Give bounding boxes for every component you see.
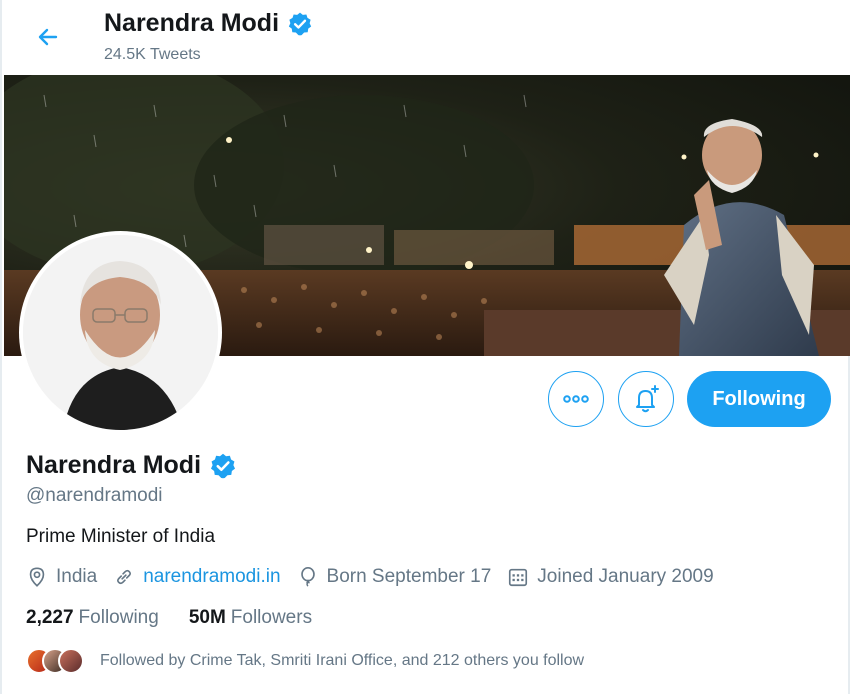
location-text: India <box>56 566 98 587</box>
following-count: 2,227 <box>26 607 74 628</box>
followers-stat[interactable]: 50M Followers <box>189 607 312 629</box>
profile-meta: India narendramodi.in Born September 17 <box>26 566 730 588</box>
verified-badge-icon <box>288 12 312 35</box>
website: narendramodi.in <box>113 566 281 588</box>
profile-avatar[interactable] <box>19 231 222 434</box>
followers-label: Followers <box>230 607 313 628</box>
header-title: Narendra Modi <box>104 9 313 38</box>
following-label: Following <box>78 607 159 628</box>
joined-text: Joined January 2009 <box>537 566 714 587</box>
profile-stats: 2,227 Following 50M Followers <box>26 607 342 629</box>
verified-badge-icon <box>211 453 236 478</box>
profile-bio: Prime Minister of India <box>26 526 216 547</box>
back-button[interactable] <box>28 20 68 54</box>
balloon-icon <box>300 567 315 587</box>
avatar <box>58 648 84 674</box>
followed-by-text: Followed by Crime Tak, Smriti Irani Offi… <box>100 652 585 669</box>
bell-plus-icon <box>636 385 659 413</box>
following-button[interactable]: Following <box>687 371 831 427</box>
arrow-left-icon <box>38 28 58 46</box>
calendar-icon <box>509 568 528 587</box>
profile-handle: @narendramodi <box>26 485 163 506</box>
location-pin-icon <box>29 567 45 587</box>
followers-you-know-avatars <box>26 648 84 674</box>
joined-date: Joined January 2009 <box>507 566 714 588</box>
more-button[interactable] <box>548 371 604 427</box>
followers-count: 50M <box>188 607 226 628</box>
following-stat[interactable]: 2,227 Following <box>26 607 159 629</box>
profile-name: Narendra Modi <box>26 451 237 480</box>
followed-by[interactable]: Followed by Crime Tak, Smriti Irani Offi… <box>26 648 584 674</box>
header-name-text: Narendra Modi <box>104 9 280 37</box>
website-link[interactable]: narendramodi.in <box>143 566 280 588</box>
tweet-count: 24.5K Tweets <box>104 46 201 63</box>
link-icon <box>117 569 132 585</box>
profile-name-text: Narendra Modi <box>26 451 202 479</box>
location: India <box>26 566 97 588</box>
more-icon <box>563 395 589 403</box>
birthday: Born September 17 <box>297 566 492 588</box>
birthday-text: Born September 17 <box>326 566 492 587</box>
notifications-button[interactable] <box>618 371 674 427</box>
profile-header: Narendra Modi 24.5K Tweets <box>2 0 850 75</box>
profile-page: Narendra Modi 24.5K Tweets Following Nar… <box>0 0 850 694</box>
avatar-image <box>23 235 218 430</box>
